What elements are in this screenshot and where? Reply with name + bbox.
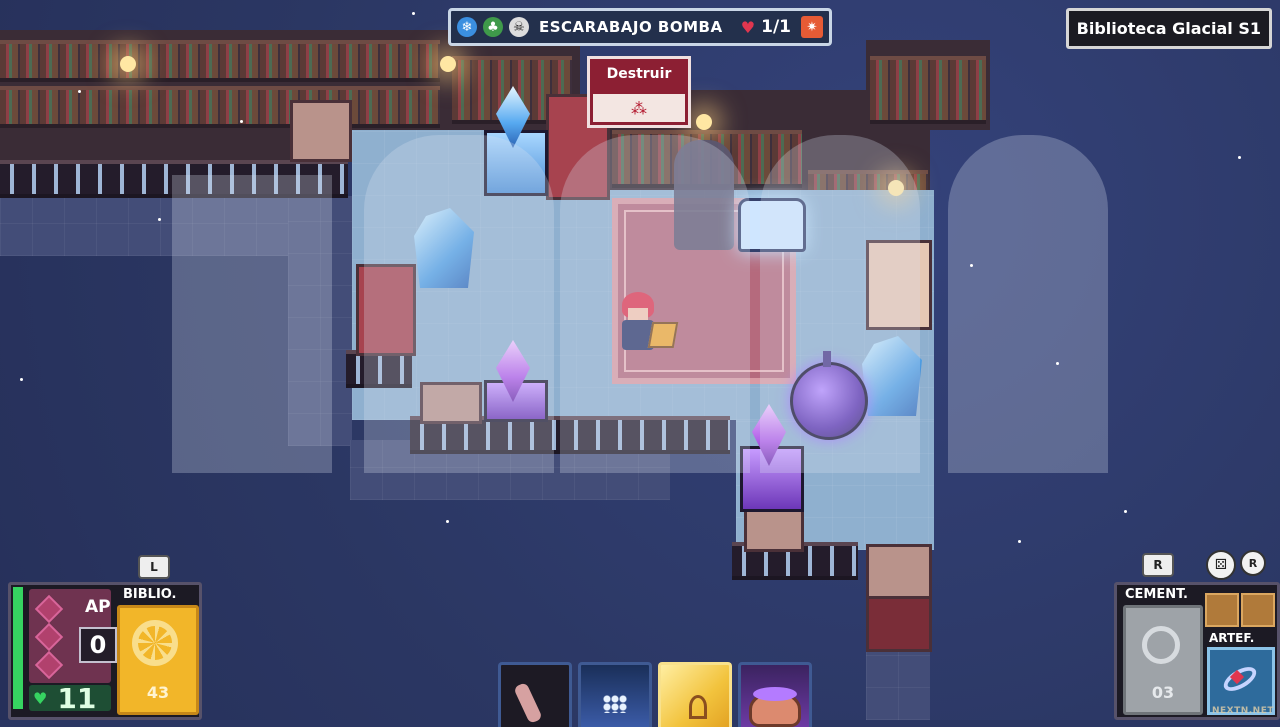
bookshelf-icon[interactable] [1205, 593, 1239, 627]
action-points-box: AP 0 [29, 589, 117, 683]
dice-icon[interactable]: ⚄ [1206, 550, 1236, 580]
bookshelf-far-right [870, 56, 986, 124]
snowflake [20, 378, 23, 381]
hp-value: 11 [57, 681, 97, 715]
heart-icon: ♥ [33, 688, 48, 708]
graveyard-deck[interactable]: 03 [1123, 605, 1203, 715]
snowflake [446, 520, 449, 523]
artifact-slot[interactable] [1207, 647, 1275, 715]
snowflake-icon: ❄ [457, 17, 477, 37]
brew-icon [753, 687, 797, 701]
enemy-name: ESCARABAJO BOMBA [539, 18, 723, 36]
location-label: Biblioteca Glacial S1 [1065, 8, 1272, 49]
hp-box: ♥ 11 [29, 682, 111, 715]
snowflake [78, 90, 81, 93]
r-button-hint[interactable]: R [1142, 553, 1174, 577]
watermark-stroke-4 [760, 135, 920, 473]
health-bar [13, 587, 23, 709]
scroll-icon[interactable] [1241, 593, 1275, 627]
ap-gem-icon [34, 622, 64, 652]
library-count: 43 [146, 683, 170, 702]
player-status-panel: AP 0 ♥ 11 BIBLIO. 43 [8, 582, 202, 720]
lamp-2 [440, 56, 456, 72]
claw-icon [513, 681, 543, 725]
heart-icon: ♥ [740, 17, 756, 37]
l-button-hint[interactable]: L [138, 555, 170, 579]
ap-gem-icon [34, 594, 64, 624]
watermark-stroke-3 [560, 135, 750, 473]
snowflake [240, 120, 243, 123]
snowflake [970, 264, 973, 267]
tooltip-title: Destruir [606, 66, 672, 82]
diamond-crate-upper [290, 100, 352, 162]
snowflake [1124, 510, 1127, 513]
enemy-hp: 1/1 [761, 17, 791, 37]
lamp-3 [696, 114, 712, 130]
spiral-icon [1142, 626, 1180, 664]
graveyard-count: 03 [1151, 683, 1175, 702]
action-tooltip[interactable]: Destruir ⁂ [587, 56, 691, 128]
watermark-stroke-2 [364, 135, 554, 473]
leaf-icon [689, 695, 707, 719]
artifact-label: ARTEF. [1209, 631, 1255, 645]
diamond-crate-lower-2 [866, 596, 932, 652]
hand-card-cauldron[interactable] [738, 662, 812, 727]
ap-value: 0 [79, 627, 117, 663]
library-label: BIBLIO. [123, 587, 177, 602]
skull-icon: ☠ [509, 17, 529, 37]
library-deck[interactable]: 43 [117, 605, 199, 715]
ap-label: AP [85, 597, 111, 617]
enemy-info-bar: ❄ ♣ ☠ ESCARABAJO BOMBA ♥ 1/1 ✷ [448, 8, 832, 46]
tooltip-icon-panel: ⁂ [593, 94, 685, 122]
source-credit: NEXTN.NET [1211, 706, 1274, 716]
bookshelf-upper-left [0, 40, 440, 82]
hand-card-claw[interactable] [498, 662, 572, 727]
discard-artifact-panel: CEMENT. 03 ARTEF. [1114, 582, 1280, 720]
snowflake [412, 12, 415, 15]
ap-gem-icon [34, 650, 64, 680]
hand-card-frost[interactable] [578, 662, 652, 727]
burst-icon: ✷ [801, 16, 823, 38]
beetle-icon: ⁂ [631, 98, 647, 118]
snowflake [1018, 540, 1021, 543]
lamp-1 [120, 56, 136, 72]
graveyard-label: CEMENT. [1125, 587, 1188, 602]
snowflake [1056, 362, 1059, 365]
frost-icon [603, 695, 627, 713]
diamond-crate-lower-1 [866, 544, 932, 600]
wheel-icon [132, 620, 178, 666]
snowflake [158, 218, 161, 221]
hand-card-leaf[interactable] [658, 662, 732, 727]
watermark-stroke-5 [948, 135, 1108, 473]
crate-lower [744, 506, 804, 552]
r-small-hint[interactable]: R [1240, 550, 1266, 576]
bookshelf-lower-left [0, 86, 440, 128]
snowflake [1238, 156, 1241, 159]
tree-icon: ♣ [483, 17, 503, 37]
watermark-stroke-1 [172, 175, 332, 473]
